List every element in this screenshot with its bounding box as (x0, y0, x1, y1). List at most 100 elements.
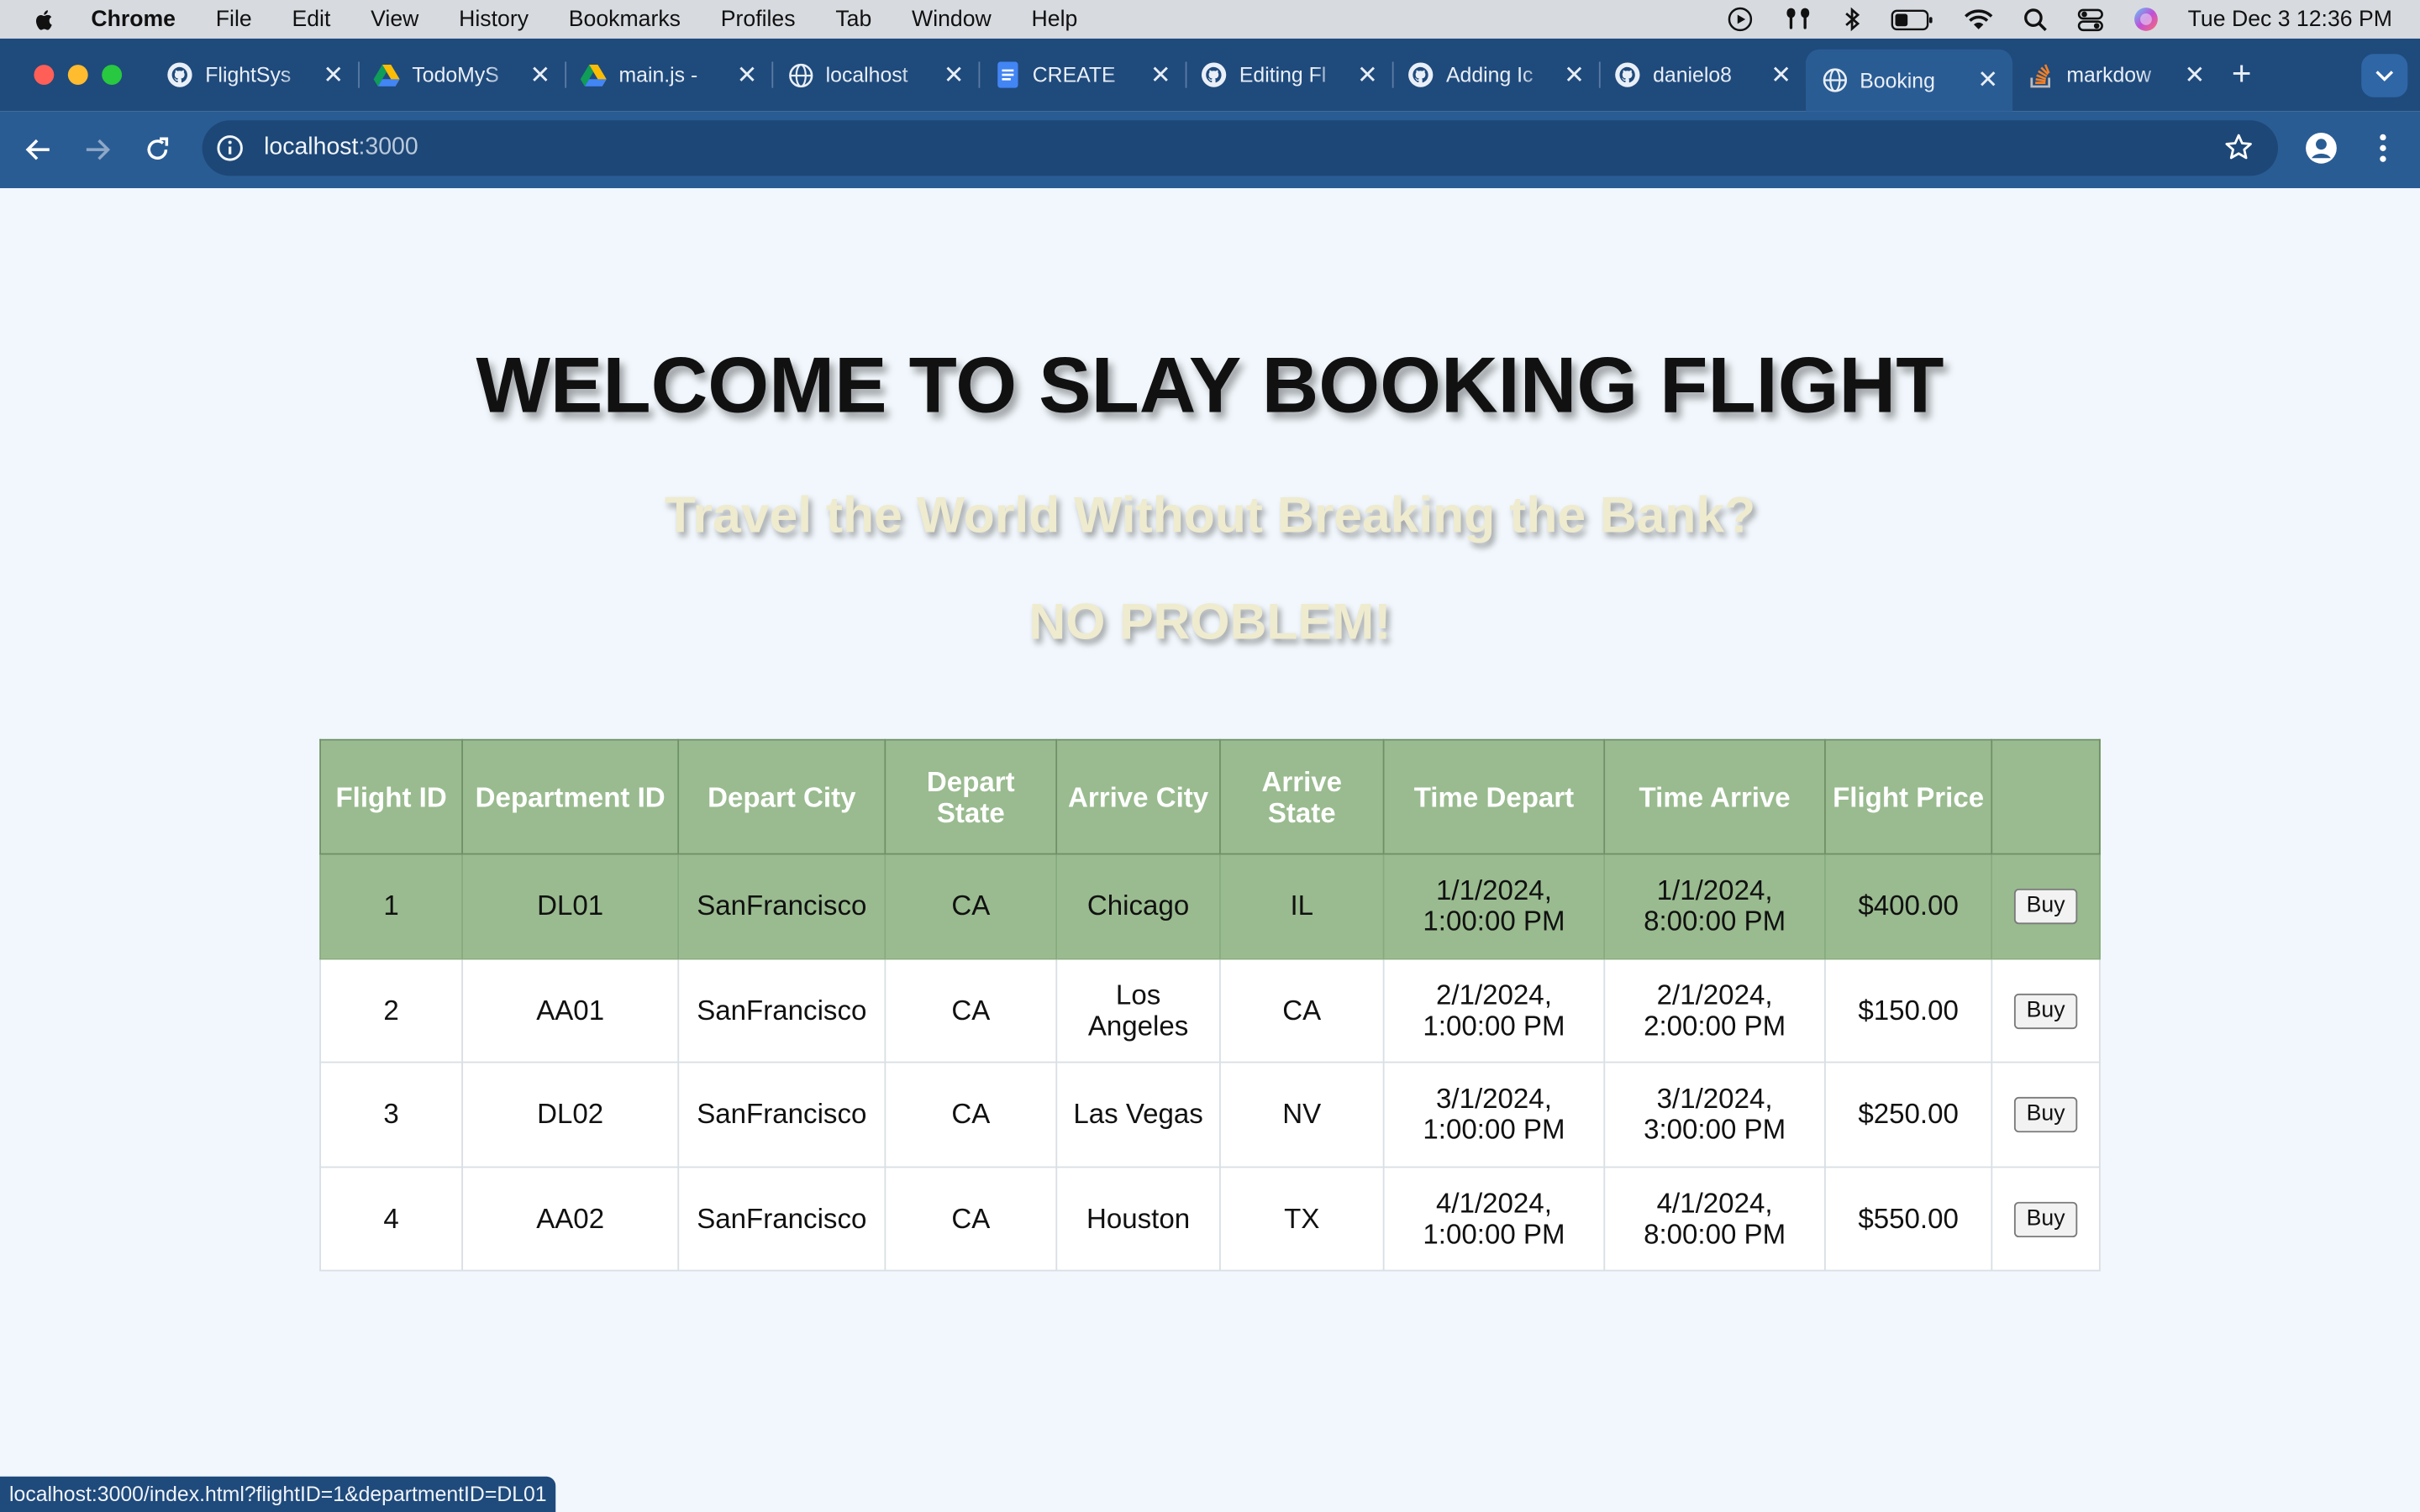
url-host: localhost (264, 134, 359, 161)
siri-icon[interactable] (2133, 6, 2159, 32)
cell-depart-state: CA (884, 1061, 1058, 1168)
page-viewport: WELCOME TO SLAY BOOKING FLIGHT Travel th… (0, 188, 2420, 1512)
cell-depart-state: CA (884, 853, 1058, 959)
close-tab-icon[interactable]: ✕ (2179, 60, 2210, 91)
table-row[interactable]: 4 AA02 SanFrancisco CA Houston TX 4/1/20… (319, 1165, 2101, 1272)
address-bar[interactable]: localhost:3000 (202, 120, 2279, 176)
cell-arrive-state: CA (1219, 957, 1385, 1063)
close-tab-icon[interactable]: ✕ (1765, 60, 1797, 91)
cell-department-id: DL02 (461, 1061, 680, 1168)
close-tab-icon[interactable]: ✕ (318, 60, 349, 91)
cell-arrive-state: NV (1219, 1061, 1385, 1168)
close-tab-icon[interactable]: ✕ (1352, 60, 1383, 91)
header-time-depart: Time Depart (1382, 738, 1606, 855)
tab-title: Editing Fl (1239, 63, 1327, 87)
buy-button[interactable]: Buy (2013, 889, 2078, 925)
url-port: :3000 (358, 134, 418, 161)
minimize-window-button[interactable] (67, 65, 88, 86)
site-info-icon[interactable] (214, 133, 245, 164)
tab-title: TodoMyS (412, 63, 499, 87)
tab-adding-ic[interactable]: Adding Ic ✕ (1392, 50, 1601, 101)
airpods-icon[interactable] (1782, 6, 1813, 32)
table-row[interactable]: 1 DL01 SanFrancisco CA Chicago IL 1/1/20… (319, 853, 2101, 959)
reload-icon (147, 137, 169, 160)
play-circle-icon[interactable] (1726, 6, 1752, 32)
tab-danielo8[interactable]: danielo8 ✕ (1599, 50, 1807, 101)
github-icon (1407, 61, 1434, 87)
reload-button[interactable] (139, 131, 176, 168)
cell-action: Buy (1991, 957, 2101, 1063)
close-tab-icon[interactable]: ✕ (939, 60, 970, 91)
browser-toolbar: localhost:3000 (0, 111, 2420, 189)
menu-bar-clock[interactable]: Tue Dec 3 12:36 PM (2188, 7, 2392, 31)
menu-view[interactable]: View (371, 7, 418, 31)
cell-flight-id: 1 (319, 853, 464, 959)
spotlight-search-icon[interactable] (2023, 7, 2047, 31)
cell-flight-price: $400.00 (1824, 853, 1993, 959)
control-center-icon[interactable] (2076, 7, 2103, 31)
cell-depart-state: CA (884, 1165, 1058, 1272)
buy-button[interactable]: Buy (2013, 1201, 2078, 1237)
close-window-button[interactable] (34, 65, 55, 86)
close-tab-icon[interactable]: ✕ (1972, 65, 2003, 96)
tab-markdown[interactable]: markdow ✕ (2012, 50, 2219, 101)
menu-window[interactable]: Window (912, 7, 992, 31)
more-menu-icon[interactable] (2370, 131, 2395, 165)
table-row[interactable]: 2 AA01 SanFrancisco CA Los Angeles CA 2/… (319, 957, 2101, 1063)
tab-editing-fl[interactable]: Editing Fl ✕ (1186, 50, 1394, 101)
forward-button[interactable] (79, 131, 116, 168)
tab-main-js[interactable]: main.js - ✕ (565, 50, 774, 101)
apple-logo-icon[interactable] (33, 7, 57, 31)
table-row[interactable]: 3 DL02 SanFrancisco CA Las Vegas NV 3/1/… (319, 1061, 2101, 1168)
close-tab-icon[interactable]: ✕ (524, 60, 555, 91)
wifi-icon[interactable] (1962, 8, 1993, 31)
header-action (1991, 738, 2101, 855)
tab-booking-active[interactable]: Booking ✕ (1805, 49, 2013, 112)
back-button[interactable] (18, 131, 55, 168)
cell-time-arrive: 3/1/2024, 3:00:00 PM (1603, 1061, 1826, 1168)
close-tab-icon[interactable]: ✕ (732, 60, 763, 91)
menu-app-chrome[interactable]: Chrome (91, 7, 176, 31)
cell-time-depart: 3/1/2024, 1:00:00 PM (1382, 1061, 1606, 1168)
header-arrive-city: Arrive City (1055, 738, 1221, 855)
cell-time-arrive: 1/1/2024, 8:00:00 PM (1603, 853, 1826, 959)
tab-title: danielo8 (1653, 63, 1732, 87)
menu-tab[interactable]: Tab (835, 7, 871, 31)
bookmark-star-icon[interactable] (2224, 133, 2254, 162)
close-tab-icon[interactable]: ✕ (1145, 60, 1176, 91)
cell-arrive-city: Las Vegas (1055, 1061, 1221, 1168)
cell-arrive-state: TX (1219, 1165, 1385, 1272)
close-tab-icon[interactable]: ✕ (1559, 60, 1590, 91)
tab-localhost[interactable]: localhost ✕ (771, 50, 981, 101)
cell-department-id: DL01 (461, 853, 680, 959)
buy-button[interactable]: Buy (2013, 1097, 2078, 1133)
menu-edit[interactable]: Edit (292, 7, 330, 31)
bluetooth-icon[interactable] (1842, 6, 1860, 32)
cell-flight-price: $250.00 (1824, 1061, 1993, 1168)
address-url[interactable]: localhost:3000 (264, 134, 418, 162)
tab-search-button[interactable] (2361, 54, 2408, 97)
tab-create[interactable]: CREATE ✕ (978, 50, 1187, 101)
battery-icon[interactable] (1890, 8, 1933, 30)
tab-flightsys[interactable]: FlightSys ✕ (151, 50, 360, 101)
tab-todomys[interactable]: TodoMyS ✕ (358, 50, 567, 101)
cell-arrive-city: Chicago (1055, 853, 1221, 959)
cell-depart-city: SanFrancisco (677, 1061, 886, 1168)
buy-button[interactable]: Buy (2013, 993, 2078, 1029)
new-tab-button[interactable]: + (2232, 54, 2252, 94)
google-drive-icon (580, 61, 607, 87)
menu-help[interactable]: Help (1032, 7, 1078, 31)
menu-bookmarks[interactable]: Bookmarks (569, 7, 681, 31)
cell-arrive-city: Houston (1055, 1165, 1221, 1272)
profile-avatar-icon[interactable] (2304, 131, 2338, 165)
cell-depart-city: SanFrancisco (677, 957, 886, 1063)
header-flight-id: Flight ID (319, 738, 464, 855)
header-arrive-state: Arrive State (1219, 738, 1385, 855)
link-hover-status-url: localhost:3000/index.html?flightID=1&dep… (0, 1476, 556, 1512)
zoom-window-button[interactable] (102, 65, 123, 86)
menu-profiles[interactable]: Profiles (721, 7, 796, 31)
menu-bar-status-area: Tue Dec 3 12:36 PM (1726, 0, 2392, 39)
chevron-down-icon (2375, 71, 2394, 81)
menu-history[interactable]: History (459, 7, 529, 31)
menu-file[interactable]: File (216, 7, 252, 31)
